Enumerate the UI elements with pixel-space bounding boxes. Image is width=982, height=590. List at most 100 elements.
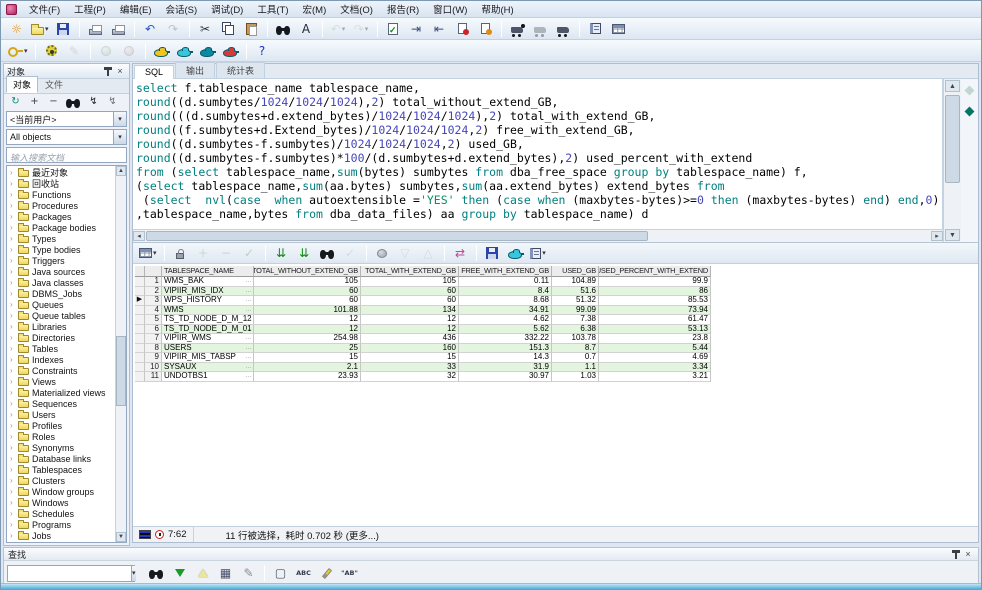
commit-button[interactable]	[96, 41, 117, 60]
filter-grid-button[interactable]	[372, 244, 393, 263]
goto-button[interactable]: +	[26, 95, 43, 110]
tree-item[interactable]: ›最近对象	[7, 167, 115, 178]
object-filter-input[interactable]	[7, 151, 126, 165]
tablespace-name-cell[interactable]: WMS_BAK…	[162, 277, 254, 287]
tree-item[interactable]: ›Schedules	[7, 508, 115, 519]
value-cell[interactable]: 151.3	[459, 344, 552, 354]
table-row[interactable]: 4WMS…101.8813434.9199.0973.94	[135, 306, 711, 316]
expander-icon[interactable]: ›	[10, 355, 17, 364]
tablespace-name-cell[interactable]: WMS…	[162, 306, 254, 316]
paste-button[interactable]	[241, 19, 262, 38]
edit-search-button[interactable]: ✎	[238, 564, 259, 583]
expander-icon[interactable]: ›	[10, 344, 17, 353]
cart-run-button[interactable]	[553, 19, 574, 38]
column-header-2[interactable]: TOTAL_WITH_EXTEND_GB	[361, 266, 459, 277]
expander-icon[interactable]: ›	[10, 454, 17, 463]
export-save-button[interactable]	[482, 244, 503, 263]
tree-item[interactable]: ›Queue tables	[7, 310, 115, 321]
menu-item-3[interactable]: 会话(S)	[158, 4, 204, 17]
macro-button[interactable]	[475, 19, 496, 38]
redo-button[interactable]: ↷	[163, 19, 184, 38]
close-panel-button[interactable]: ×	[114, 66, 126, 77]
row-number-cell[interactable]: 1	[145, 277, 162, 287]
value-cell[interactable]: 0.11	[459, 277, 552, 287]
editor-tab-0[interactable]: SQL	[134, 65, 174, 79]
value-cell[interactable]: 12	[361, 315, 459, 325]
value-cell[interactable]: 53.13	[599, 325, 711, 335]
expander-icon[interactable]: ›	[10, 443, 17, 452]
tree-item[interactable]: ›Tablespaces	[7, 464, 115, 475]
chevron-down-icon[interactable]: ▾	[24, 47, 28, 55]
value-cell[interactable]: 134	[361, 306, 459, 316]
copy-button[interactable]	[218, 19, 239, 38]
value-cell[interactable]: 3.21	[599, 372, 711, 382]
find-exec-button[interactable]	[146, 564, 167, 583]
menu-item-1[interactable]: 工程(P)	[67, 4, 113, 17]
expander-icon[interactable]: ›	[10, 465, 17, 474]
value-cell[interactable]: 34.91	[459, 306, 552, 316]
copy-to-excel-button[interactable]	[505, 244, 526, 263]
in-selection-button[interactable]: ▦	[215, 564, 236, 583]
value-cell[interactable]: 12	[254, 315, 361, 325]
row-number-cell[interactable]: 4	[145, 306, 162, 316]
tablespace-name-cell[interactable]: VIPIIR_MIS_IDX…	[162, 287, 254, 297]
value-cell[interactable]: 60	[361, 296, 459, 306]
value-cell[interactable]: 160	[361, 344, 459, 354]
table-row[interactable]: 11UNDOTBS1…23.933230.971.033.21	[135, 372, 711, 382]
value-cell[interactable]: 60	[254, 296, 361, 306]
scroll-right-icon[interactable]: ▸	[931, 231, 943, 241]
tree-item[interactable]: ›Roles	[7, 431, 115, 442]
tree-item[interactable]: ›Type bodies	[7, 244, 115, 255]
undo-button[interactable]: ↶	[140, 19, 161, 38]
edit-button[interactable]: ✎	[64, 41, 85, 60]
bookmark-diamond-icon[interactable]	[965, 107, 975, 117]
help-button[interactable]: ?	[252, 41, 273, 60]
save-button[interactable]	[53, 19, 74, 38]
table-row[interactable]: 1WMS_BAK…1051050.11104.8999.9	[135, 277, 711, 287]
row-number-cell[interactable]: 9	[145, 353, 162, 363]
expander-icon[interactable]: ›	[10, 311, 17, 320]
lock-button[interactable]	[170, 244, 191, 263]
expander-icon[interactable]: ›	[10, 223, 17, 232]
tree-item[interactable]: ›Users	[7, 409, 115, 420]
expander-icon[interactable]: ›	[10, 245, 17, 254]
tree-item[interactable]: ›Java sources	[7, 266, 115, 277]
value-cell[interactable]: 33	[361, 363, 459, 373]
tree-item[interactable]: ›Profiles	[7, 420, 115, 431]
value-cell[interactable]: 25	[254, 344, 361, 354]
tree-item[interactable]: ›Job classes	[7, 541, 115, 543]
value-cell[interactable]: 12	[254, 325, 361, 335]
value-cell[interactable]: 86	[599, 287, 711, 297]
value-cell[interactable]: 4.62	[459, 315, 552, 325]
tree-item[interactable]: ›Triggers	[7, 255, 115, 266]
value-cell[interactable]: 51.6	[552, 287, 599, 297]
value-cell[interactable]: 23.93	[254, 372, 361, 382]
value-cell[interactable]: 5.44	[599, 344, 711, 354]
table-row[interactable]: 5TS_TD_NODE_D_M_12…12124.627.3861.47	[135, 315, 711, 325]
sql-editor[interactable]: select f.tablespace_name tablespace_name…	[133, 79, 943, 229]
logon-button[interactable]: ▾	[6, 41, 30, 60]
value-cell[interactable]: 103.78	[552, 334, 599, 344]
column-header-1[interactable]: TOTAL_WITHOUT_EXTEND_GB	[254, 266, 361, 277]
value-cell[interactable]: 30.97	[459, 372, 552, 382]
tree-item[interactable]: ›Functions	[7, 189, 115, 200]
expander-icon[interactable]: ›	[10, 267, 17, 276]
tablespace-name-cell[interactable]: TS_TD_NODE_D_M_01…	[162, 325, 254, 335]
pin-button[interactable]	[102, 66, 114, 77]
menu-item-2[interactable]: 编辑(E)	[113, 4, 159, 17]
sort-desc-button[interactable]: ▽	[395, 244, 416, 263]
menu-item-10[interactable]: 帮助(H)	[474, 4, 520, 17]
sql-window-button[interactable]	[151, 41, 172, 60]
chevron-down-icon[interactable]: ▾	[542, 249, 546, 257]
tree-item[interactable]: ›Constraints	[7, 365, 115, 376]
insert-row-button[interactable]: +	[193, 244, 214, 263]
tablespace-name-cell[interactable]: SYSAUX…	[162, 363, 254, 373]
tablespace-name-cell[interactable]: WPS_HISTORY…	[162, 296, 254, 306]
tablespace-name-cell[interactable]: USERS…	[162, 344, 254, 354]
find-object-button[interactable]	[64, 95, 83, 110]
cut-button[interactable]: ✂	[195, 19, 216, 38]
expander-icon[interactable]: ›	[10, 366, 17, 375]
expander-icon[interactable]: ›	[10, 476, 17, 485]
chevron-down-icon[interactable]: ▾	[342, 25, 346, 33]
scroll-up-icon[interactable]: ▲	[945, 80, 960, 92]
